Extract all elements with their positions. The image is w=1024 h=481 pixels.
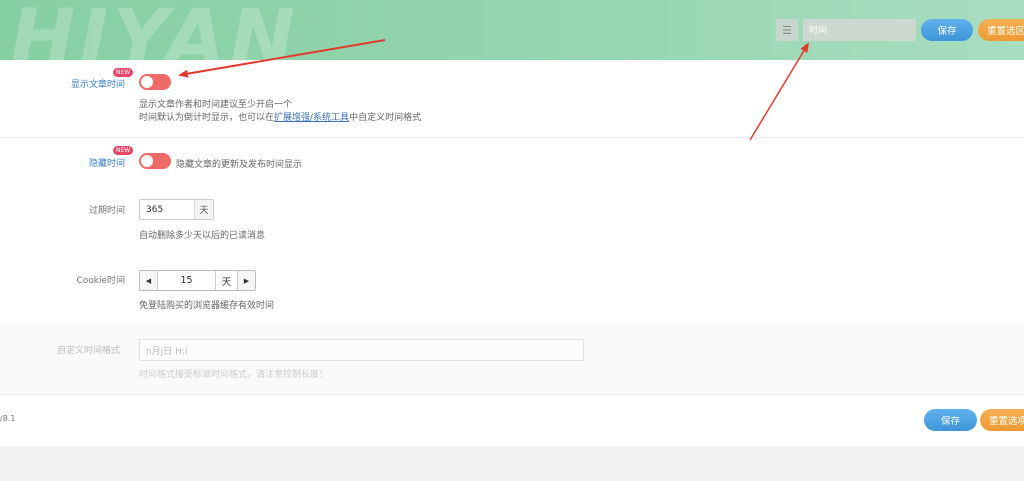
show-time-label: 显示文章时间 [70,80,125,90]
custom-format-label: 自定义时间格式 [57,346,121,356]
cookie-desc: 免登陆购买的浏览器缓存有效时间 [139,301,275,311]
search-input[interactable] [803,19,916,41]
expire-unit: 天 [194,200,213,219]
cookie-value[interactable]: 15 [158,271,215,290]
show-time-desc-line2: 时间默认为倒计时显示，也可以在扩展增强/系统工具中自定义时间格式 [139,110,421,123]
new-badge: NEW [113,68,134,77]
increment-arrow-icon[interactable]: ▶ [237,271,255,290]
expire-input[interactable]: 365 天 [139,199,214,220]
header-save-button[interactable]: 保存 [921,19,973,41]
custom-format-desc: 时间格式接受标准时间格式，请注意控制长度！ [139,370,329,380]
desc-text: 中自定义时间格式 [349,113,422,123]
system-tools-link[interactable]: 扩展增强/系统工具 [274,113,349,123]
list-menu-icon[interactable]: ☰ [776,19,798,41]
hide-time-toggle[interactable] [139,153,171,169]
new-badge: NEW [113,146,134,155]
header-reset-button[interactable]: 重置选区 [978,19,1024,41]
decrement-arrow-icon[interactable]: ◀ [140,271,158,290]
divider [0,137,1024,138]
expire-desc: 自动删除多少天以后的已读消息 [139,231,266,241]
desc-text: 时间默认为倒计时显示，也可以在 [139,113,275,123]
footer-save-button[interactable]: 保存 [924,409,977,431]
cookie-unit: 天 [215,271,237,290]
custom-format-input: n月j日 H:i [139,339,584,361]
footer-reset-button[interactable]: 重置选项 [980,409,1024,431]
cookie-label: Cookie时间 [76,276,125,286]
expire-label: 过期时间 [88,206,125,216]
expire-value: 365 [146,204,164,215]
hide-time-desc: 隐藏文章的更新及发布时间显示 [176,160,303,170]
hide-time-label: 隐藏时间 [88,159,125,169]
cookie-stepper[interactable]: ◀ 15 天 ▶ [139,270,256,291]
version-text: /8.1 [0,414,16,423]
header-watermark: HIYAN [10,0,299,60]
show-time-toggle[interactable] [139,74,171,90]
footer-bar [0,394,1024,446]
show-time-desc-line1: 显示文章作者和时间建议至少开启一个 [139,100,293,110]
